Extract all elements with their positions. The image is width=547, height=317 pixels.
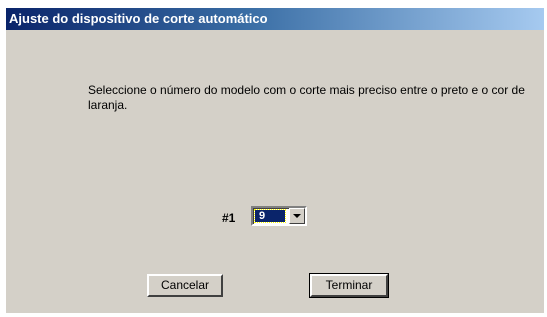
model-number-value[interactable]: 9 [254, 209, 286, 223]
window-title: Ajuste do dispositivo de corte automátic… [9, 11, 268, 26]
cancel-button[interactable]: Cancelar [147, 274, 223, 297]
dialog-window: Ajuste do dispositivo de corte automátic… [6, 8, 544, 313]
title-bar[interactable]: Ajuste do dispositivo de corte automátic… [6, 8, 544, 30]
model-number-select[interactable]: 9 [251, 206, 307, 226]
chevron-down-icon[interactable] [289, 208, 305, 224]
finish-button[interactable]: Terminar [309, 273, 389, 298]
model-number-label: #1 [222, 211, 236, 225]
instruction-text: Seleccione o número do modelo com o cort… [88, 83, 525, 112]
